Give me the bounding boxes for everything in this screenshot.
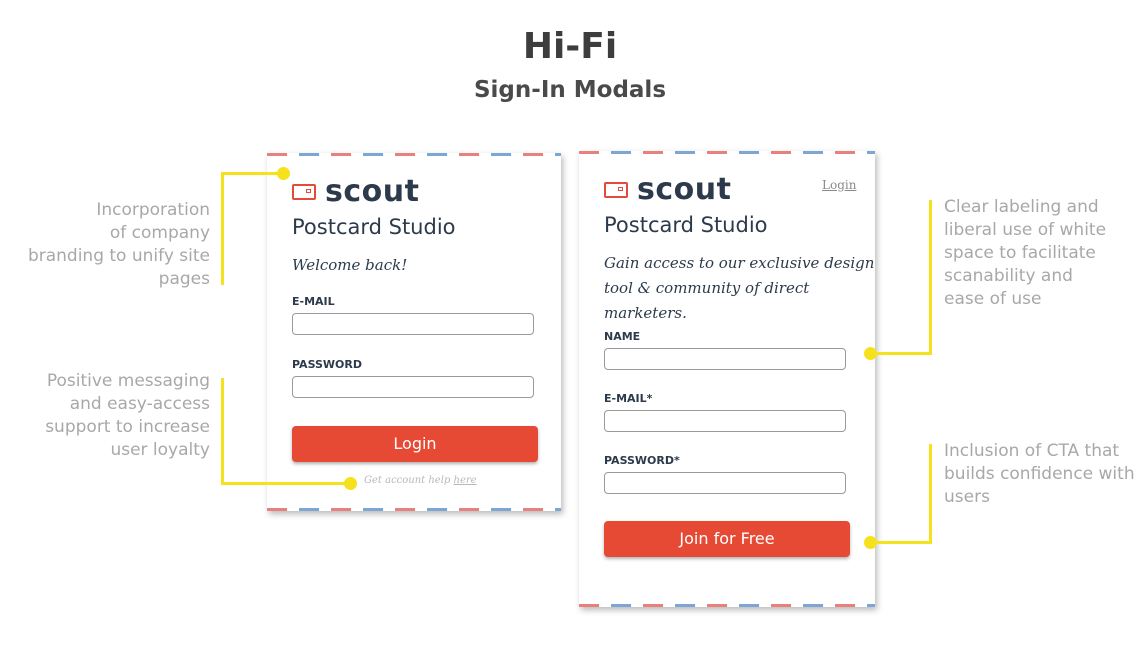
studio-title: Postcard Studio — [604, 213, 768, 237]
annotation-line: users — [944, 487, 990, 507]
connector-branding-vertical — [221, 172, 224, 285]
annotation-branding: Incorporation of company branding to uni… — [10, 199, 210, 291]
annotation-line: space to facilitate — [944, 243, 1096, 263]
email-label: E-MAIL* — [604, 392, 653, 405]
page-title: Hi-Fi — [522, 26, 618, 67]
connector-labeling-vertical — [929, 200, 932, 355]
postcard-icon — [604, 182, 628, 198]
annotation-cta: Inclusion of CTA that builds confidence … — [944, 440, 1136, 509]
password-field[interactable] — [292, 376, 534, 398]
welcome-message: Welcome back! — [292, 256, 408, 274]
annotation-line: Inclusion of CTA that — [944, 441, 1120, 461]
airmail-stripe-top — [267, 153, 561, 156]
join-button[interactable]: Join for Free — [604, 521, 850, 557]
annotation-line: Positive messaging — [46, 371, 210, 391]
email-field[interactable] — [604, 410, 846, 432]
login-button[interactable]: Login — [292, 426, 538, 462]
annotation-line: branding to unify site — [27, 246, 210, 266]
connector-messaging-horizontal — [221, 482, 351, 485]
annotation-line: Clear labeling and — [944, 197, 1099, 217]
password-label: PASSWORD* — [604, 454, 680, 467]
login-link[interactable]: Login — [822, 178, 856, 192]
scout-logo: scout — [292, 177, 419, 207]
signup-modal: scout Login Postcard Studio Gain access … — [579, 151, 875, 607]
airmail-stripe-top — [579, 151, 875, 154]
password-field[interactable] — [604, 472, 846, 494]
annotation-line: ease of use — [944, 289, 1042, 309]
password-label: PASSWORD — [292, 358, 363, 371]
signup-lead-line: tool & community of direct marketers. — [604, 279, 810, 322]
connector-messaging-dot — [344, 477, 357, 490]
annotation-messaging: Positive messaging and easy-access suppo… — [10, 370, 210, 462]
account-help-link[interactable]: here — [454, 475, 477, 486]
name-label: NAME — [604, 330, 641, 343]
postcard-icon — [292, 184, 316, 200]
email-field[interactable] — [292, 313, 534, 335]
connector-branding-horizontal — [221, 172, 283, 175]
account-help-text: Get account help — [364, 475, 451, 486]
studio-title: Postcard Studio — [292, 215, 456, 239]
annotation-line: pages — [158, 269, 210, 289]
page-subtitle: Sign-In Modals — [473, 77, 667, 103]
annotation-line: user loyalty — [110, 440, 210, 460]
scout-logo: scout — [604, 175, 731, 205]
connector-branding-dot — [277, 167, 290, 180]
logo-text: scout — [325, 174, 420, 209]
annotation-labeling: Clear labeling and liberal use of white … — [944, 196, 1136, 311]
airmail-stripe-bottom — [267, 508, 561, 511]
connector-labeling-dot — [864, 347, 877, 360]
signup-lead: Gain access to our exclusive design tool… — [604, 251, 875, 326]
account-help: Get account help here — [364, 475, 477, 486]
logo-text: scout — [637, 172, 732, 207]
connector-labeling-horizontal — [870, 352, 932, 355]
connector-messaging-vertical — [221, 378, 224, 485]
signup-lead-line: Gain access to our exclusive design — [604, 254, 875, 272]
connector-cta-horizontal — [870, 541, 932, 544]
airmail-stripe-bottom — [579, 604, 875, 607]
connector-cta-vertical — [929, 444, 932, 544]
annotation-line: builds confidence with — [944, 464, 1135, 484]
annotation-line: of company — [109, 223, 210, 243]
annotation-line: support to increase — [45, 417, 210, 437]
connector-cta-dot — [864, 536, 877, 549]
annotation-line: and easy-access — [69, 394, 210, 414]
login-modal: scout Postcard Studio Welcome back! E-MA… — [267, 153, 561, 511]
email-label: E-MAIL — [292, 295, 335, 308]
annotation-line: liberal use of white — [944, 220, 1107, 240]
annotation-line: Incorporation — [96, 200, 210, 220]
name-field[interactable] — [604, 348, 846, 370]
annotation-line: scanability and — [944, 266, 1073, 286]
